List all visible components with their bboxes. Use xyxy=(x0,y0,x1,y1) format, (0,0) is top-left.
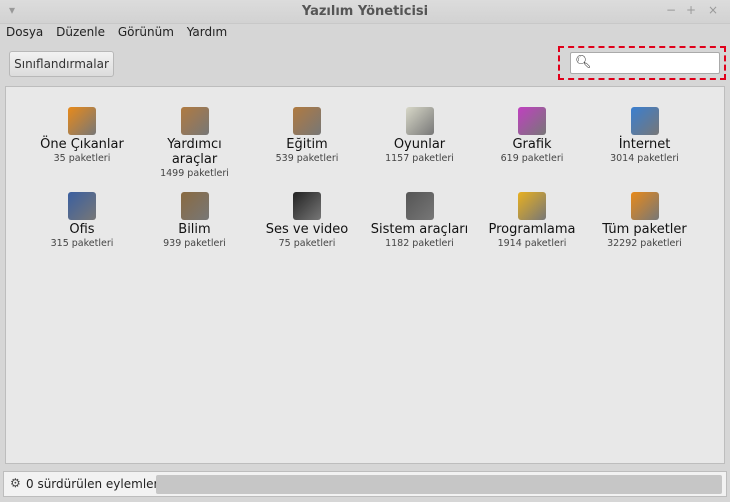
category-count: 1157 paketleri xyxy=(385,153,454,164)
menu-duzenle[interactable]: Düzenle xyxy=(56,25,105,39)
category-name: Bilim xyxy=(178,222,211,237)
category-item[interactable]: Ses ve video 75 paketleri xyxy=(251,192,363,250)
menu-dosya[interactable]: Dosya xyxy=(6,25,43,39)
category-icon xyxy=(68,192,96,220)
category-count: 32292 paketleri xyxy=(607,238,682,249)
maximize-button[interactable]: + xyxy=(686,3,696,17)
close-button[interactable]: × xyxy=(708,3,718,17)
menu-yardim[interactable]: Yardım xyxy=(187,25,227,39)
category-grid: Öne Çıkanlar 35 paketleri Yardımcı araçlar… xyxy=(5,86,725,464)
category-icon xyxy=(180,192,209,220)
category-icon xyxy=(68,107,96,135)
category-icon xyxy=(630,192,659,220)
category-icon xyxy=(518,107,546,135)
category-icon xyxy=(293,192,321,220)
category-item[interactable]: Yardımcı araçlar 1499 paketleri xyxy=(139,107,251,180)
status-text: 0 sürdürülen eylemler xyxy=(26,477,159,491)
category-icon xyxy=(405,107,434,135)
category-count: 1182 paketleri xyxy=(385,238,454,249)
progress-bar xyxy=(156,475,722,494)
categories-button[interactable]: Sınıflandırmalar xyxy=(9,51,114,77)
category-count: 315 paketleri xyxy=(50,238,114,249)
menu-bar: Dosya Düzenle Görünüm Yardım xyxy=(6,25,236,39)
category-count: 1914 paketleri xyxy=(497,238,567,249)
category-name: Grafik xyxy=(512,137,552,152)
category-name: Ses ve video xyxy=(265,222,349,237)
search-icon: 🔍︎ xyxy=(575,55,592,70)
minimize-button[interactable]: − xyxy=(666,3,676,17)
menu-gorunum[interactable]: Görünüm xyxy=(118,25,174,39)
status-bar: ⚙ 0 sürdürülen eylemler xyxy=(3,471,727,497)
category-icon xyxy=(518,192,546,220)
search-input[interactable]: 🔍︎ xyxy=(570,52,720,74)
title-bar: ▾ Yazılım Yöneticisi − + × xyxy=(0,0,730,24)
category-count: 35 paketleri xyxy=(53,153,111,164)
category-count: 1499 paketleri xyxy=(160,168,229,179)
window-title: Yazılım Yöneticisi xyxy=(301,4,429,19)
category-item[interactable]: Öne Çıkanlar 35 paketleri xyxy=(26,107,138,165)
category-name: Öne Çıkanlar xyxy=(40,137,124,152)
category-item[interactable]: Ofis 315 paketleri xyxy=(26,192,138,250)
category-item[interactable]: Eğitim 539 paketleri xyxy=(251,107,363,165)
category-name: Tüm paketler xyxy=(602,222,687,237)
category-name: Eğitim xyxy=(286,137,328,152)
category-item[interactable]: Bilim 939 paketleri xyxy=(139,192,251,250)
category-count: 939 paketleri xyxy=(163,238,226,249)
category-count: 539 paketleri xyxy=(275,153,339,164)
category-name: Sistem araçları xyxy=(370,222,469,237)
category-item[interactable]: Programlama 1914 paketleri xyxy=(476,192,588,250)
category-count: 3014 paketleri xyxy=(610,153,679,164)
category-icon xyxy=(630,107,659,135)
category-count: 619 paketleri xyxy=(500,153,564,164)
category-icon xyxy=(293,107,321,135)
search-highlight: 🔍︎ xyxy=(558,46,726,80)
category-count: 75 paketleri xyxy=(278,238,336,249)
category-item[interactable]: Oyunlar 1157 paketleri xyxy=(364,107,476,165)
category-item[interactable]: İnternet 3014 paketleri xyxy=(589,107,701,165)
gear-icon: ⚙ xyxy=(10,476,21,490)
category-name: Yardımcı araçlar xyxy=(167,137,222,167)
category-item[interactable]: Sistem araçları 1182 paketleri xyxy=(364,192,476,250)
category-name: Ofis xyxy=(69,222,95,237)
category-name: Oyunlar xyxy=(393,137,446,152)
category-name: Programlama xyxy=(488,222,576,237)
category-icon xyxy=(405,192,434,220)
category-item[interactable]: Tüm paketler 32292 paketleri xyxy=(589,192,701,250)
category-icon xyxy=(180,107,209,135)
category-item[interactable]: Grafik 619 paketleri xyxy=(476,107,588,165)
category-name: İnternet xyxy=(618,137,671,152)
